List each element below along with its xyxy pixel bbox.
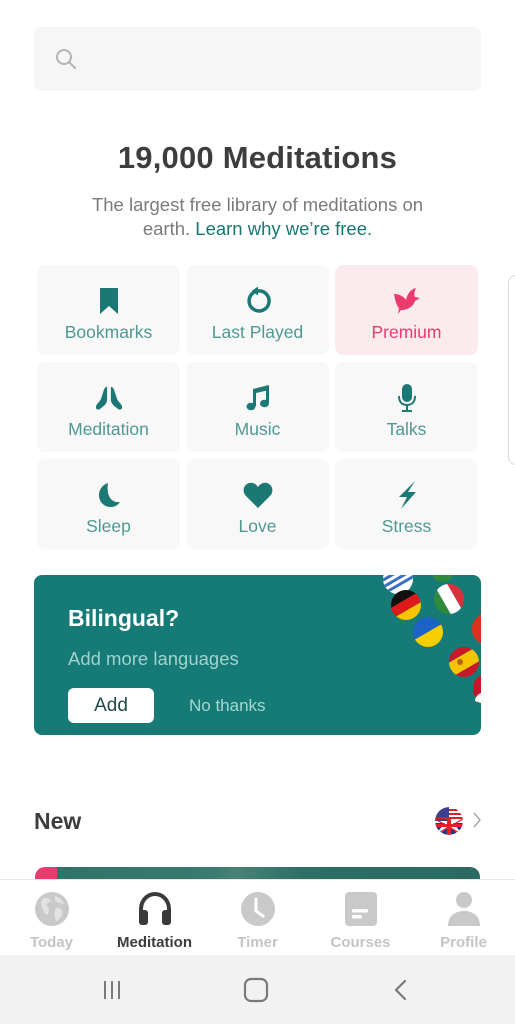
microphone-icon [392, 383, 422, 413]
category-talks[interactable]: Talks [335, 362, 478, 452]
banner-title: Bilingual? [68, 605, 180, 631]
banner-subtitle: Add more languages [68, 648, 239, 669]
bilingual-banner: Bilingual? Add more languages Add No tha… [34, 575, 481, 735]
italy-flag [434, 584, 464, 614]
bookmark-icon [94, 286, 124, 316]
tab-profile[interactable]: Profile [412, 880, 515, 955]
tab-courses[interactable]: Courses [309, 880, 412, 955]
category-grid: Bookmarks Last Played Premium Meditation… [37, 265, 479, 549]
no-thanks-button[interactable]: No thanks [189, 696, 266, 716]
category-label: Bookmarks [64, 322, 153, 342]
heart-icon [243, 480, 273, 510]
tab-label: Today [29, 934, 74, 951]
globe-icon [33, 890, 71, 928]
category-bookmarks[interactable]: Bookmarks [37, 265, 180, 355]
praying-hands-icon [94, 383, 124, 413]
moon-icon [94, 480, 124, 510]
bird-icon [392, 286, 422, 316]
tab-meditation[interactable]: Meditation [103, 880, 206, 955]
system-navigation-bar [0, 955, 515, 1024]
music-note-icon [243, 383, 273, 413]
chevron-right-icon[interactable] [472, 810, 482, 830]
category-label: Talks [386, 419, 427, 439]
category-label: Music [234, 419, 281, 439]
search-input[interactable] [34, 27, 481, 91]
home-icon [243, 977, 269, 1003]
category-meditation[interactable]: Meditation [37, 362, 180, 452]
category-label: Premium [371, 322, 442, 342]
recent-apps-icon [104, 981, 120, 999]
category-label: Love [238, 516, 277, 536]
back-button[interactable] [381, 975, 421, 1005]
category-music[interactable]: Music [186, 362, 329, 452]
back-icon [394, 979, 407, 1001]
language-flags-decoration [383, 575, 481, 703]
tab-label: Profile [440, 934, 487, 951]
add-languages-button[interactable]: Add [68, 688, 154, 723]
category-love[interactable]: Love [186, 459, 329, 549]
category-stress[interactable]: Stress [335, 459, 478, 549]
search-icon [56, 49, 76, 69]
category-label: Last Played [211, 322, 304, 342]
category-sleep[interactable]: Sleep [37, 459, 180, 549]
tab-label: Timer [237, 934, 278, 951]
category-label: Meditation [68, 419, 149, 439]
green-flag-partial [433, 575, 453, 582]
tab-label: Meditation [117, 934, 192, 951]
category-label: Sleep [86, 516, 131, 536]
us-uk-flag-icon[interactable] [435, 807, 463, 835]
headphones-icon [136, 890, 174, 928]
category-last-played[interactable]: Last Played [186, 265, 329, 355]
category-label: Stress [381, 516, 432, 536]
history-icon [243, 286, 273, 316]
section-title-new: New [34, 808, 82, 834]
courses-icon [342, 890, 380, 928]
home-button[interactable] [236, 975, 276, 1005]
edge-panel-handle[interactable] [508, 275, 515, 465]
recent-apps-button[interactable] [92, 975, 132, 1005]
bottom-tab-bar: Today Meditation Timer Courses Profile [0, 879, 515, 955]
page-title: 19,000 Meditations [117, 140, 398, 175]
red-flag-partial [472, 615, 481, 643]
learn-why-free-link[interactable]: Learn why we’re free. [195, 218, 372, 239]
spain-flag [449, 647, 479, 677]
category-premium[interactable]: Premium [335, 265, 478, 355]
tab-label: Courses [330, 934, 391, 951]
tab-timer[interactable]: Timer [206, 880, 309, 955]
lightning-icon [392, 480, 422, 510]
clock-icon [239, 890, 277, 928]
hero-subtitle: The largest free library of meditations … [0, 193, 515, 241]
tab-today[interactable]: Today [0, 880, 103, 955]
profile-icon [445, 890, 483, 928]
